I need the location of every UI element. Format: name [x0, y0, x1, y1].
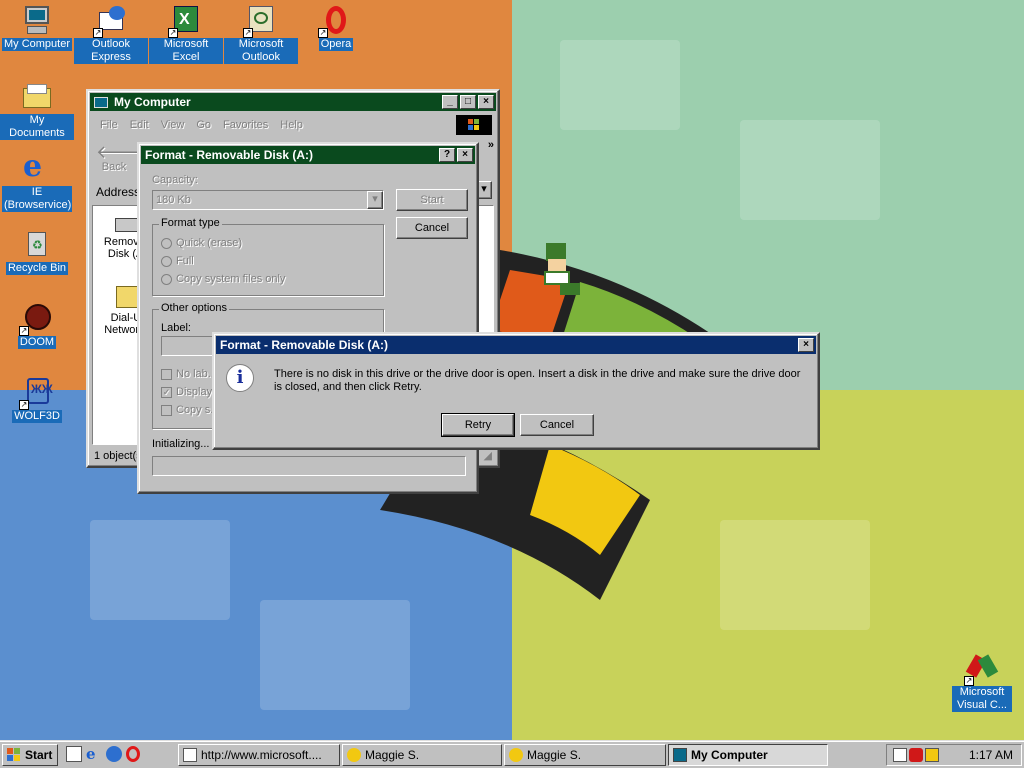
desktop-icon-doom[interactable]: ↗ DOOM: [0, 302, 74, 349]
wallpaper-tile: [560, 40, 680, 130]
show-desktop-icon[interactable]: [66, 746, 82, 762]
computer-icon: [21, 4, 53, 36]
capacity-value: 180 Kb: [156, 194, 191, 206]
sprite-character: [538, 243, 582, 297]
menu-edit[interactable]: Edit: [124, 117, 155, 135]
more-toolbar-chevron-icon[interactable]: »: [488, 139, 494, 151]
capacity-select[interactable]: 180 Kb ▾: [152, 190, 384, 210]
label-label: Label:: [161, 322, 191, 334]
desktop-icon-microsoft-excel[interactable]: X ↗ Microsoft Excel: [149, 4, 223, 64]
start-button[interactable]: Start: [396, 189, 468, 211]
checkbox-copy-system[interactable]: Copy s...: [161, 404, 219, 416]
computer-icon: [94, 96, 108, 108]
menu-help[interactable]: Help: [274, 117, 309, 135]
wallpaper-tile: [740, 120, 880, 220]
capacity-dropdown-arrow-icon[interactable]: ▾: [367, 191, 383, 209]
close-button[interactable]: ×: [798, 338, 814, 352]
maggie-icon: [347, 748, 361, 762]
desktop-icon-my-documents[interactable]: My Documents: [0, 80, 74, 140]
capacity-label: Capacity:: [152, 174, 198, 186]
wallpaper-tile: [260, 600, 410, 710]
desktop-icon-recycle-bin[interactable]: ♻ Recycle Bin: [0, 228, 74, 275]
error-message: There is no disk in this drive or the dr…: [274, 368, 801, 393]
format-dialog-title: Format - Removable Disk (A:): [145, 148, 314, 162]
windows-flag-icon: [456, 115, 492, 135]
quick-launch: e: [66, 746, 140, 766]
start-button[interactable]: Start: [2, 744, 58, 766]
visual-c-icon: ↗: [964, 652, 999, 686]
address-label: Address: [96, 185, 141, 199]
menu-view[interactable]: View: [155, 117, 191, 135]
resize-grip-icon[interactable]: ◢: [484, 449, 492, 462]
desktop-icon-ie-browservice[interactable]: e IE (Browservice): [0, 152, 74, 212]
task-my-computer[interactable]: My Computer: [668, 744, 828, 766]
radio-copy-system[interactable]: Copy system files only: [161, 273, 285, 285]
radio-full[interactable]: Full: [161, 255, 194, 267]
computer-icon: [673, 748, 687, 762]
opera-icon[interactable]: [126, 746, 140, 762]
doom-icon: ↗: [19, 302, 53, 336]
format-dialog-titlebar[interactable]: Format - Removable Disk (A:) ? ×: [141, 146, 475, 164]
outlook-icon: ↗: [243, 4, 277, 38]
error-dialog[interactable]: Format - Removable Disk (A:) × i There i…: [212, 332, 820, 450]
explorer-titlebar[interactable]: My Computer _ □ ×: [90, 93, 496, 111]
internet-explorer-icon[interactable]: e: [86, 746, 102, 762]
desktop-icon-opera[interactable]: ↗ Opera: [299, 4, 373, 51]
format-progress-bar: [152, 456, 466, 476]
clock[interactable]: 1:17 AM: [969, 748, 1013, 762]
maggie-icon: [509, 748, 523, 762]
format-status-text: Initializing...: [152, 438, 210, 450]
cancel-button[interactable]: Cancel: [520, 414, 594, 436]
task-ie-microsoft[interactable]: http://www.microsoft....: [178, 744, 340, 766]
back-arrow-icon: 🡐: [96, 142, 145, 162]
task-maggie-2[interactable]: Maggie S.: [504, 744, 666, 766]
wallpaper-tile: [720, 520, 870, 630]
opera-icon: ↗: [318, 4, 352, 38]
system-tray: 1:17 AM: [886, 744, 1022, 766]
tray-stop-icon[interactable]: [909, 748, 923, 762]
error-dialog-title: Format - Removable Disk (A:): [220, 338, 389, 352]
windows-flag-icon: [7, 748, 21, 762]
retry-button[interactable]: Retry: [441, 413, 515, 437]
error-dialog-titlebar[interactable]: Format - Removable Disk (A:) ×: [216, 336, 816, 354]
menu-favorites[interactable]: Favorites: [217, 117, 274, 135]
minimize-button[interactable]: _: [442, 95, 458, 109]
desktop-icon-outlook-express[interactable]: ↗ Outlook Express: [74, 4, 148, 64]
task-maggie-1[interactable]: Maggie S.: [342, 744, 502, 766]
wolf3d-icon: ЖЖ ↗: [19, 376, 53, 410]
help-button[interactable]: ?: [439, 148, 455, 162]
outlook-express-icon: ↗: [93, 4, 127, 38]
checkbox-no-label[interactable]: No lab...: [161, 368, 217, 380]
internet-explorer-icon: e: [23, 149, 43, 184]
desktop-icon-my-computer[interactable]: My Computer: [0, 4, 74, 51]
ie-page-icon: [183, 748, 197, 762]
close-button[interactable]: ×: [457, 148, 473, 162]
tray-network-icon[interactable]: [893, 748, 907, 762]
explorer-title: My Computer: [114, 95, 191, 109]
information-icon: i: [226, 364, 254, 392]
back-button[interactable]: 🡐 Back: [96, 142, 145, 173]
outlook-express-icon[interactable]: [106, 746, 122, 762]
folder-icon: [21, 80, 53, 112]
taskbar: Start e http://www.microsoft.... Maggie …: [0, 740, 1024, 768]
recycle-bin-icon: ♻: [21, 228, 53, 260]
maximize-button[interactable]: □: [460, 95, 476, 109]
radio-quick[interactable]: Quick (erase): [161, 237, 242, 249]
desktop-icon-microsoft-outlook[interactable]: ↗ Microsoft Outlook: [224, 4, 298, 64]
menu-go[interactable]: Go: [190, 117, 217, 135]
wallpaper-tile: [90, 520, 230, 620]
desktop-icon-visual-c[interactable]: ↗ Microsoft Visual C...: [944, 652, 1020, 712]
close-button[interactable]: ×: [478, 95, 494, 109]
cancel-button[interactable]: Cancel: [396, 217, 468, 239]
excel-icon: X ↗: [168, 4, 202, 38]
menu-file[interactable]: File: [94, 117, 124, 135]
menu-bar: File Edit View Go Favorites Help: [94, 117, 309, 135]
tray-volume-icon[interactable]: [925, 748, 939, 762]
format-type-group: Format type Quick (erase) Full Copy syst…: [152, 217, 384, 296]
desktop-icon-wolf3d[interactable]: ЖЖ ↗ WOLF3D: [0, 376, 74, 423]
